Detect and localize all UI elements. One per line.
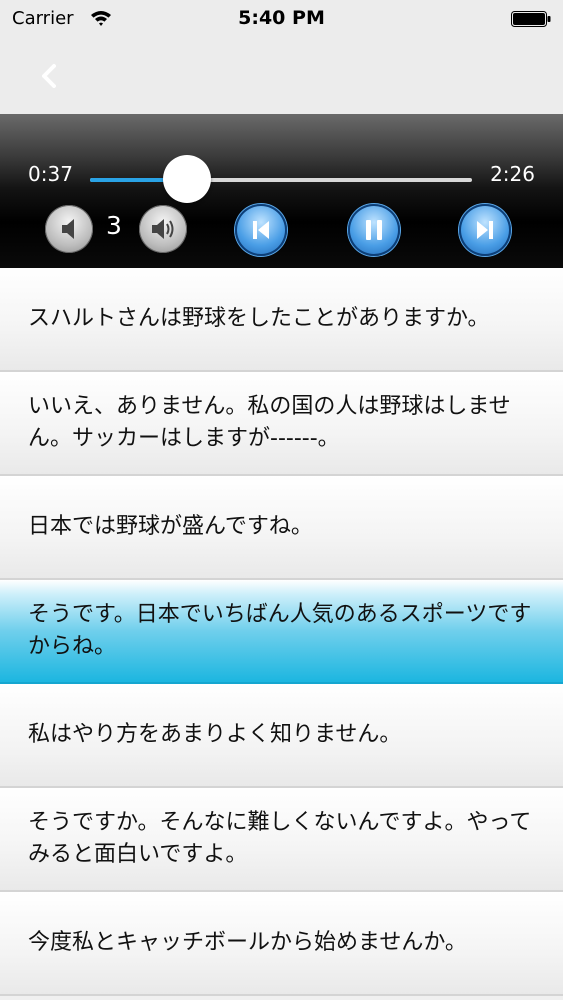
volume-level: 3: [106, 211, 122, 240]
volume-up-icon: [152, 219, 174, 239]
transcript-row[interactable]: 今度私とキャッチボールから始めませんか。: [0, 892, 563, 996]
transcript-row[interactable]: スハルトさんは野球をしたことがありますか。: [0, 268, 563, 372]
total-time: 2:26: [490, 162, 535, 186]
transcript-row[interactable]: いいえ、ありません。私の国の人は野球はしません。サッカーはしますが------。: [0, 372, 563, 476]
transcript-list: スハルトさんは野球をしたことがありますか。 いいえ、ありません。私の国の人は野球…: [0, 268, 563, 1000]
transcript-row[interactable]: 私はやり方をあまりよく知りません。: [0, 684, 563, 788]
pause-button[interactable]: [348, 204, 400, 256]
transcript-row[interactable]: そうですか。そんなに難しくないんですよ。やってみると面白いですよ。: [0, 788, 563, 892]
progress-slider[interactable]: [90, 155, 472, 203]
transcript-text: 日本では野球が盛んですね。: [28, 514, 313, 539]
status-bar: Carrier 5:40 PM: [0, 0, 563, 40]
skip-next-icon: [477, 221, 493, 239]
volume-up-button[interactable]: [139, 205, 187, 253]
skip-previous-icon: [253, 221, 269, 239]
transcript-text: 私はやり方をあまりよく知りません。: [28, 722, 402, 747]
transcript-text: 今度私とキャッチボールから始めませんか。: [28, 930, 467, 955]
volume-down-button[interactable]: [45, 205, 93, 253]
previous-track-button[interactable]: [235, 204, 287, 256]
transcript-text: いいえ、ありません。私の国の人は野球はしません。サッカーはしますが------。: [28, 394, 511, 451]
progress-thumb[interactable]: [162, 155, 211, 203]
pause-icon: [366, 220, 382, 240]
transcript-text: そうです。日本でいちばん人気のあるスポーツですからね。: [28, 602, 532, 659]
audio-player: 0:37 2:26 3: [0, 114, 563, 268]
back-button[interactable]: [34, 58, 66, 94]
next-track-button[interactable]: [459, 204, 511, 256]
battery-icon: [511, 11, 551, 27]
transcript-text: スハルトさんは野球をしたことがありますか。: [28, 306, 490, 331]
current-time: 0:37: [28, 162, 73, 186]
volume-down-icon: [62, 219, 74, 239]
transcript-text: そうですか。そんなに難しくないんですよ。やってみると面白いですよ。: [28, 810, 532, 867]
transcript-row[interactable]: そうです。日本でいちばん人気のあるスポーツですからね。: [0, 580, 563, 684]
transcript-row[interactable]: 日本では野球が盛んですね。: [0, 476, 563, 580]
navigation-bar: [0, 40, 563, 114]
clock: 5:40 PM: [238, 7, 325, 29]
chevron-left-icon: [42, 64, 56, 88]
